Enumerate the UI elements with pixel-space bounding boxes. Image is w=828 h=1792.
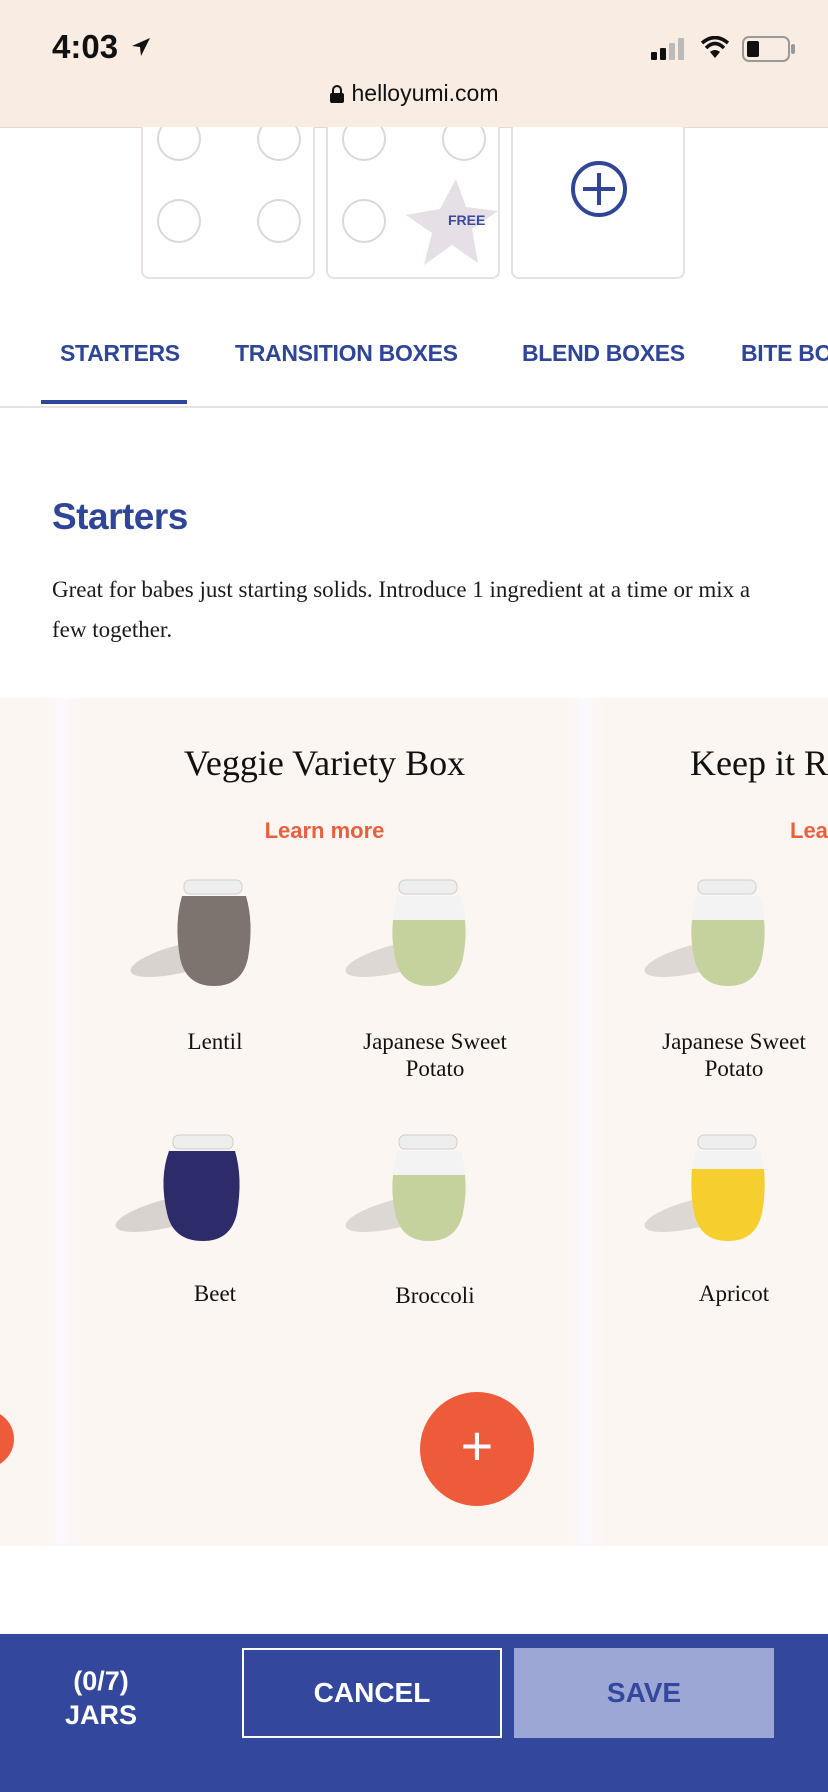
- jar-icon: [115, 1134, 240, 1241]
- section-description: Great for babes just starting solids. In…: [52, 577, 751, 642]
- empty-jar-slot: [257, 127, 301, 161]
- box-carousel[interactable]: Veggie Variety Box Learn more Lentil Jap…: [0, 698, 828, 1546]
- tab-transition-boxes[interactable]: TRANSITION BOXES: [235, 340, 458, 367]
- empty-jar-slot: [257, 199, 301, 243]
- empty-jar-slot: [342, 199, 386, 243]
- free-label: FREE: [448, 212, 486, 228]
- jars-count-label: JARS: [64, 1700, 138, 1730]
- footer-action-bar: (0/7) JARS CANCEL SAVE: [0, 1634, 828, 1792]
- jars-counter: (0/7) JARS: [56, 1664, 146, 1732]
- card-title: Keep it R: [690, 743, 828, 783]
- jar-icon: [345, 1134, 466, 1241]
- learn-more-link[interactable]: Lear: [790, 818, 828, 844]
- active-tab-indicator: [41, 400, 187, 404]
- category-tabs: STARTERS TRANSITION BOXES BLEND BOXES BI…: [0, 290, 828, 408]
- item-name: Japanese Sweet Potato: [363, 1029, 507, 1081]
- empty-jar-slot: [157, 127, 201, 161]
- add-box-button[interactable]: +: [420, 1392, 534, 1506]
- add-circle-icon[interactable]: [569, 159, 629, 219]
- cellular-signal-icon: [651, 38, 684, 60]
- jars-count-value: (0/7): [73, 1666, 129, 1696]
- item-name: Japanese Sweet Potato: [662, 1029, 806, 1081]
- jar-icon: [644, 1134, 765, 1241]
- item-name: Lentil: [187, 1029, 243, 1054]
- item-name: Beet: [193, 1281, 237, 1306]
- browser-status-bar: 4:03 helloyumi.com: [0, 0, 828, 128]
- save-button[interactable]: SAVE: [514, 1648, 774, 1738]
- jar-image-japanese-sweet-potato: [341, 878, 501, 998]
- card-divider: [568, 698, 604, 1546]
- jar-slot-box: FREE: [326, 127, 500, 279]
- jar-icon: [345, 879, 466, 986]
- box-card: Veggie Variety Box Learn more Lentil Jap…: [81, 698, 568, 1546]
- jar-slots: FREE: [0, 127, 828, 279]
- tab-starters[interactable]: STARTERS: [60, 340, 180, 367]
- jar-slot-box: [141, 127, 315, 279]
- address-bar[interactable]: helloyumi.com: [0, 80, 828, 107]
- tab-bite-boxes[interactable]: BITE BOX: [741, 340, 828, 367]
- jar-image-lentil: [126, 878, 286, 998]
- jar-image-broccoli: [341, 1133, 501, 1253]
- jar-image-beet: [111, 1133, 271, 1253]
- jar-image-japanese-sweet-potato: [640, 878, 800, 998]
- card-title: Veggie Variety Box: [183, 743, 466, 783]
- empty-jar-slot: [442, 127, 486, 161]
- item-name: Broccoli: [395, 1283, 475, 1308]
- empty-jar-slot: [342, 127, 386, 161]
- jar-image-apricot: [640, 1133, 800, 1253]
- add-box-slot[interactable]: [511, 127, 685, 279]
- box-card: Keep it R Lear Japanese Sweet Potato Apr…: [604, 698, 828, 1546]
- empty-jar-slot: [157, 199, 201, 243]
- learn-more-link[interactable]: Learn more: [81, 818, 568, 844]
- jar-icon: [644, 879, 765, 986]
- jar-icon: [130, 879, 251, 986]
- section-title: Starters: [52, 496, 188, 537]
- item-name: Apricot: [698, 1281, 770, 1306]
- lock-icon: [329, 85, 344, 103]
- card-divider: [45, 698, 81, 1546]
- battery-icon: [742, 36, 795, 62]
- cancel-button[interactable]: CANCEL: [242, 1648, 502, 1738]
- url-text: helloyumi.com: [351, 80, 499, 106]
- add-button-partial[interactable]: [0, 1410, 14, 1468]
- tab-blend-boxes[interactable]: BLEND BOXES: [522, 340, 685, 367]
- location-arrow-icon: [132, 38, 150, 56]
- status-time: 4:03: [52, 28, 119, 65]
- wifi-icon: [700, 36, 730, 58]
